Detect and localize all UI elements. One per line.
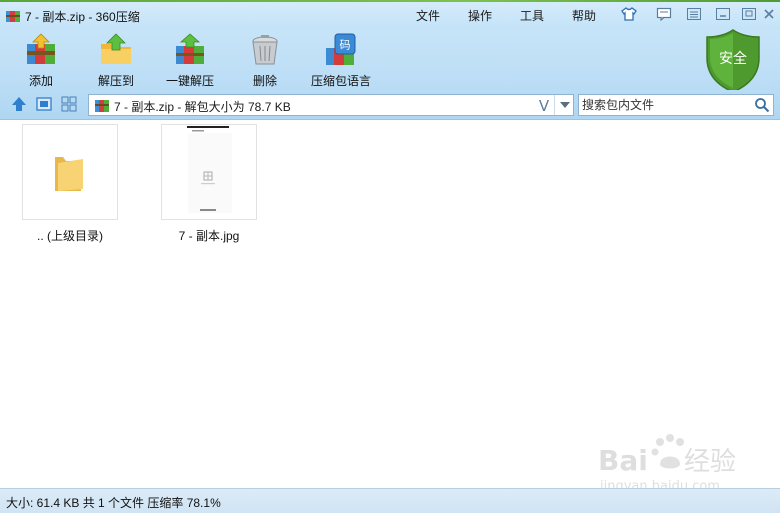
verify-v-icon[interactable]: V	[536, 97, 552, 113]
delete-button[interactable]: 删除	[229, 32, 301, 90]
search-input[interactable]	[582, 97, 750, 113]
arrow-up-icon	[12, 97, 26, 111]
image-preview-icon	[187, 126, 232, 213]
skin-button[interactable]	[618, 5, 640, 23]
svg-text:Bai: Bai	[598, 444, 648, 477]
file-thumbnail	[161, 124, 257, 220]
address-row: 7 - 副本.zip - 解包大小为 78.7 KB V	[0, 90, 780, 120]
accent-stripe	[0, 0, 780, 2]
shirt-icon	[621, 7, 637, 21]
extract-to-label: 解压到	[97, 74, 134, 88]
extract-to-button[interactable]: 解压到	[80, 32, 152, 90]
file-name: 7 - 副本.jpg	[178, 229, 240, 243]
archive-language-button[interactable]: 码 压缩包语言	[305, 32, 377, 90]
thumbnail-view-button[interactable]	[60, 95, 78, 113]
folder-icon	[55, 157, 83, 191]
trash-icon	[252, 35, 278, 65]
chevron-down-icon	[559, 102, 570, 108]
minimize-button[interactable]	[712, 5, 734, 23]
menu-help[interactable]: 帮助	[568, 6, 600, 25]
svg-text:码: 码	[340, 39, 351, 52]
one-click-extract-label: 一键解压	[165, 74, 214, 88]
add-button[interactable]: 添加	[5, 32, 77, 90]
hamburger-icon	[687, 8, 701, 20]
add-archive-icon	[27, 33, 55, 64]
add-label: 添加	[28, 74, 53, 88]
verify-v-label: V	[539, 97, 550, 113]
menu-tools[interactable]: 工具	[516, 6, 548, 25]
large-icons-view-icon	[36, 97, 52, 111]
toolbar: 添加 解压到 一键解压 删除 码 压缩包语言	[0, 30, 780, 90]
archive-language-label: 压缩包语言	[310, 74, 371, 88]
search-box	[578, 94, 774, 116]
window-title: 7 - 副本.zip - 360压缩	[25, 10, 140, 24]
file-name: .. (上级目录)	[37, 229, 103, 243]
file-item-parent-directory[interactable]: .. (上级目录)	[21, 124, 119, 244]
minimize-icon	[716, 8, 730, 20]
security-shield-icon[interactable]: 安全	[704, 28, 762, 94]
svg-text:经验: 经验	[684, 447, 736, 477]
zip-archive-icon	[95, 100, 109, 112]
close-icon	[764, 9, 774, 19]
feedback-button[interactable]	[653, 5, 675, 23]
one-click-extract-button[interactable]: 一键解压	[154, 32, 226, 90]
menu-operation[interactable]: 操作	[464, 6, 496, 25]
grid-view-icon	[61, 96, 77, 112]
status-bar: 大小: 61.4 KB 共 1 个文件 压缩率 78.1%	[0, 488, 780, 513]
address-dropdown-button[interactable]	[554, 95, 574, 115]
message-icon	[656, 7, 672, 21]
baidu-watermark-logo: Bai 经验 jingyan.baidu.com	[598, 434, 736, 494]
security-badge-text: 安全	[719, 50, 747, 67]
address-path: 7 - 副本.zip - 解包大小为 78.7 KB	[114, 100, 291, 114]
zip-archive-icon	[6, 11, 20, 22]
extract-to-icon	[101, 33, 131, 64]
menu-button[interactable]	[683, 5, 705, 23]
up-level-button[interactable]	[10, 95, 28, 113]
close-button[interactable]	[758, 5, 780, 23]
file-thumbnail	[22, 124, 118, 220]
large-icon-view-button[interactable]	[35, 95, 53, 113]
search-icon[interactable]	[754, 97, 770, 113]
archive-language-icon: 码	[326, 33, 356, 65]
status-text: 大小: 61.4 KB 共 1 个文件 压缩率 78.1%	[6, 496, 221, 510]
maximize-button[interactable]	[738, 5, 760, 23]
file-item-image[interactable]: 7 - 副本.jpg	[160, 124, 258, 244]
one-click-extract-icon	[176, 33, 204, 64]
menu-file[interactable]: 文件	[412, 6, 444, 25]
address-bar[interactable]: 7 - 副本.zip - 解包大小为 78.7 KB V	[88, 94, 574, 116]
delete-label: 删除	[252, 74, 277, 88]
maximize-icon	[742, 8, 756, 20]
title-bar: 7 - 副本.zip - 360压缩 文件 操作 工具 帮助	[0, 0, 780, 30]
